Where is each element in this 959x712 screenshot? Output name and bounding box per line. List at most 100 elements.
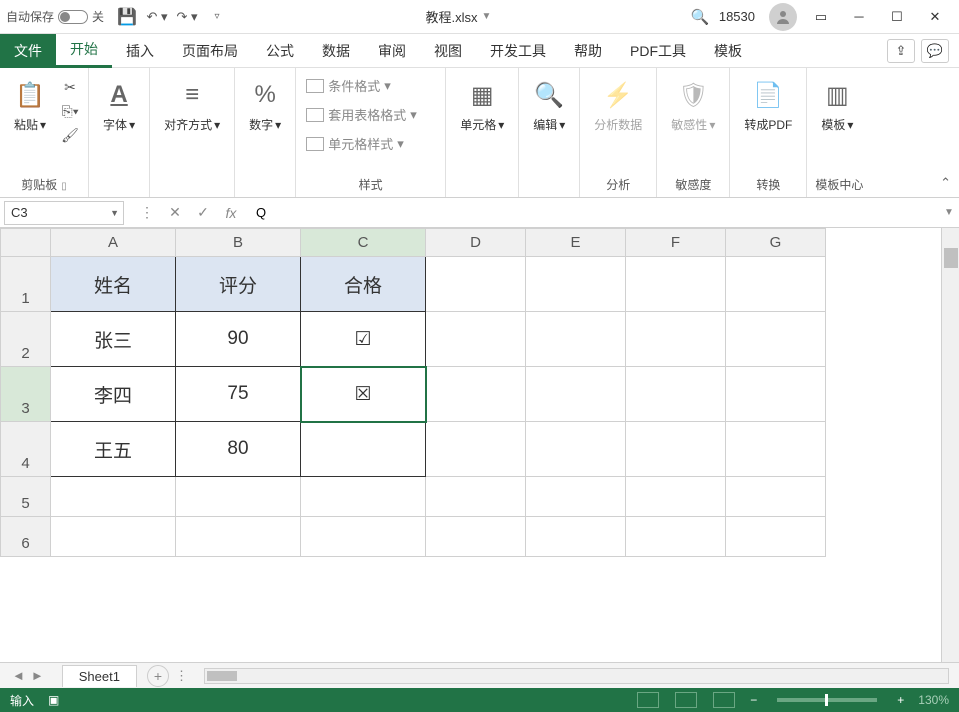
vertical-scrollbar[interactable] [941, 228, 959, 662]
cell-style-button[interactable]: 单元格样式 ▾ [304, 130, 406, 157]
cell-F4[interactable] [626, 422, 726, 477]
cell-B1[interactable]: 评分 [176, 257, 301, 312]
sheet-tab-1[interactable]: Sheet1 [62, 665, 137, 687]
spreadsheet-grid[interactable]: A B C D E F G 1 姓名 评分 合格 2 张三 90 ☑ [0, 228, 959, 662]
close-icon[interactable]: ✕ [917, 3, 953, 31]
col-header-B[interactable]: B [176, 229, 301, 257]
align-button[interactable]: ≡ 对齐方式 ▾ [158, 72, 226, 137]
horizontal-scrollbar[interactable] [204, 668, 949, 684]
editing-button[interactable]: 🔍 编辑 ▾ [527, 72, 571, 137]
sheet-divider-icon[interactable]: ⋮ [169, 668, 194, 684]
cell-C6[interactable] [301, 517, 426, 557]
font-button[interactable]: A 字体 ▾ [97, 72, 141, 137]
cell-D2[interactable] [426, 312, 526, 367]
number-button[interactable]: % 数字 ▾ [243, 72, 287, 137]
collapse-ribbon-icon[interactable]: ⌃ [940, 175, 951, 191]
page-break-view-icon[interactable] [713, 692, 735, 708]
cell-E1[interactable] [526, 257, 626, 312]
cell-G3[interactable] [726, 367, 826, 422]
row-header-6[interactable]: 6 [1, 517, 51, 557]
row-header-4[interactable]: 4 [1, 422, 51, 477]
cell-A6[interactable] [51, 517, 176, 557]
cell-A4[interactable]: 王五 [51, 422, 176, 477]
col-header-F[interactable]: F [626, 229, 726, 257]
cell-B2[interactable]: 90 [176, 312, 301, 367]
row-header-3[interactable]: 3 [1, 367, 51, 422]
tab-formula[interactable]: 公式 [252, 34, 308, 68]
cell-G1[interactable] [726, 257, 826, 312]
cell-C4[interactable] [301, 422, 426, 477]
share-icon[interactable]: ⇪ [887, 39, 915, 63]
formula-input[interactable] [250, 201, 939, 225]
name-box[interactable]: C3 ▼ [4, 201, 124, 225]
redo-icon[interactable]: ↷ ▾ [176, 6, 198, 28]
cell-G4[interactable] [726, 422, 826, 477]
col-header-C[interactable]: C [301, 229, 426, 257]
row-header-2[interactable]: 2 [1, 312, 51, 367]
cell-D1[interactable] [426, 257, 526, 312]
row-header-1[interactable]: 1 [1, 257, 51, 312]
cell-E4[interactable] [526, 422, 626, 477]
formula-expand-icon[interactable]: ▼ [939, 207, 959, 218]
name-box-dropdown-icon[interactable]: ▼ [110, 208, 119, 218]
cell-G2[interactable] [726, 312, 826, 367]
cell-D6[interactable] [426, 517, 526, 557]
undo-icon[interactable]: ↶ ▾ [146, 6, 168, 28]
maximize-icon[interactable]: ☐ [879, 3, 915, 31]
user-avatar-icon[interactable] [769, 3, 797, 31]
col-header-G[interactable]: G [726, 229, 826, 257]
launcher-icon[interactable]: ▯ [61, 181, 67, 192]
add-sheet-icon[interactable]: + [147, 665, 169, 687]
cell-C2[interactable]: ☑ [301, 312, 426, 367]
cell-B6[interactable] [176, 517, 301, 557]
page-layout-view-icon[interactable] [675, 692, 697, 708]
fx-more-icon[interactable]: ⋮ [134, 201, 160, 225]
templates-button[interactable]: ▥ 模板 ▾ [815, 72, 859, 137]
cell-C5[interactable] [301, 477, 426, 517]
toggle-switch[interactable] [58, 10, 88, 24]
cancel-icon[interactable]: ✕ [162, 201, 188, 225]
scrollbar-thumb[interactable] [944, 248, 958, 268]
search-icon[interactable]: 🔍 [689, 6, 711, 28]
cell-G5[interactable] [726, 477, 826, 517]
cell-F6[interactable] [626, 517, 726, 557]
cell-B5[interactable] [176, 477, 301, 517]
tab-data[interactable]: 数据 [308, 34, 364, 68]
cell-B4[interactable]: 80 [176, 422, 301, 477]
save-icon[interactable]: 💾 [116, 6, 138, 28]
tab-file[interactable]: 文件 [0, 34, 56, 68]
format-painter-icon[interactable]: 🖌 [60, 126, 80, 144]
cell-F3[interactable] [626, 367, 726, 422]
table-format-button[interactable]: 套用表格格式 ▾ [304, 101, 419, 128]
macro-record-icon[interactable]: ▣ [48, 693, 59, 707]
cell-D5[interactable] [426, 477, 526, 517]
cell-F5[interactable] [626, 477, 726, 517]
paste-button[interactable]: 📋 粘贴 ▾ [8, 72, 52, 137]
fx-icon[interactable]: fx [218, 201, 244, 225]
cell-G6[interactable] [726, 517, 826, 557]
col-header-E[interactable]: E [526, 229, 626, 257]
col-header-A[interactable]: A [51, 229, 176, 257]
sheet-next-icon[interactable]: ► [29, 668, 46, 683]
cell-C1[interactable]: 合格 [301, 257, 426, 312]
cell-C3[interactable]: ☒ [301, 367, 426, 422]
zoom-level[interactable]: 130% [918, 693, 949, 707]
sheet-prev-icon[interactable]: ◄ [10, 668, 27, 683]
select-all-corner[interactable] [1, 229, 51, 257]
zoom-slider[interactable] [777, 698, 877, 702]
cell-B3[interactable]: 75 [176, 367, 301, 422]
qat-customize-icon[interactable]: ▿ [206, 6, 228, 28]
minimize-icon[interactable]: ─ [841, 3, 877, 31]
cell-E5[interactable] [526, 477, 626, 517]
cell-F1[interactable] [626, 257, 726, 312]
cell-A2[interactable]: 张三 [51, 312, 176, 367]
copy-icon[interactable]: ⎘▾ [60, 102, 80, 120]
col-header-D[interactable]: D [426, 229, 526, 257]
tab-home[interactable]: 开始 [56, 34, 112, 68]
cell-F2[interactable] [626, 312, 726, 367]
confirm-icon[interactable]: ✓ [190, 201, 216, 225]
doc-dropdown-icon[interactable]: ▼ [481, 11, 491, 22]
cut-icon[interactable]: ✂ [60, 78, 80, 96]
tab-dev[interactable]: 开发工具 [476, 34, 560, 68]
zoom-out-icon[interactable]: − [750, 693, 757, 707]
